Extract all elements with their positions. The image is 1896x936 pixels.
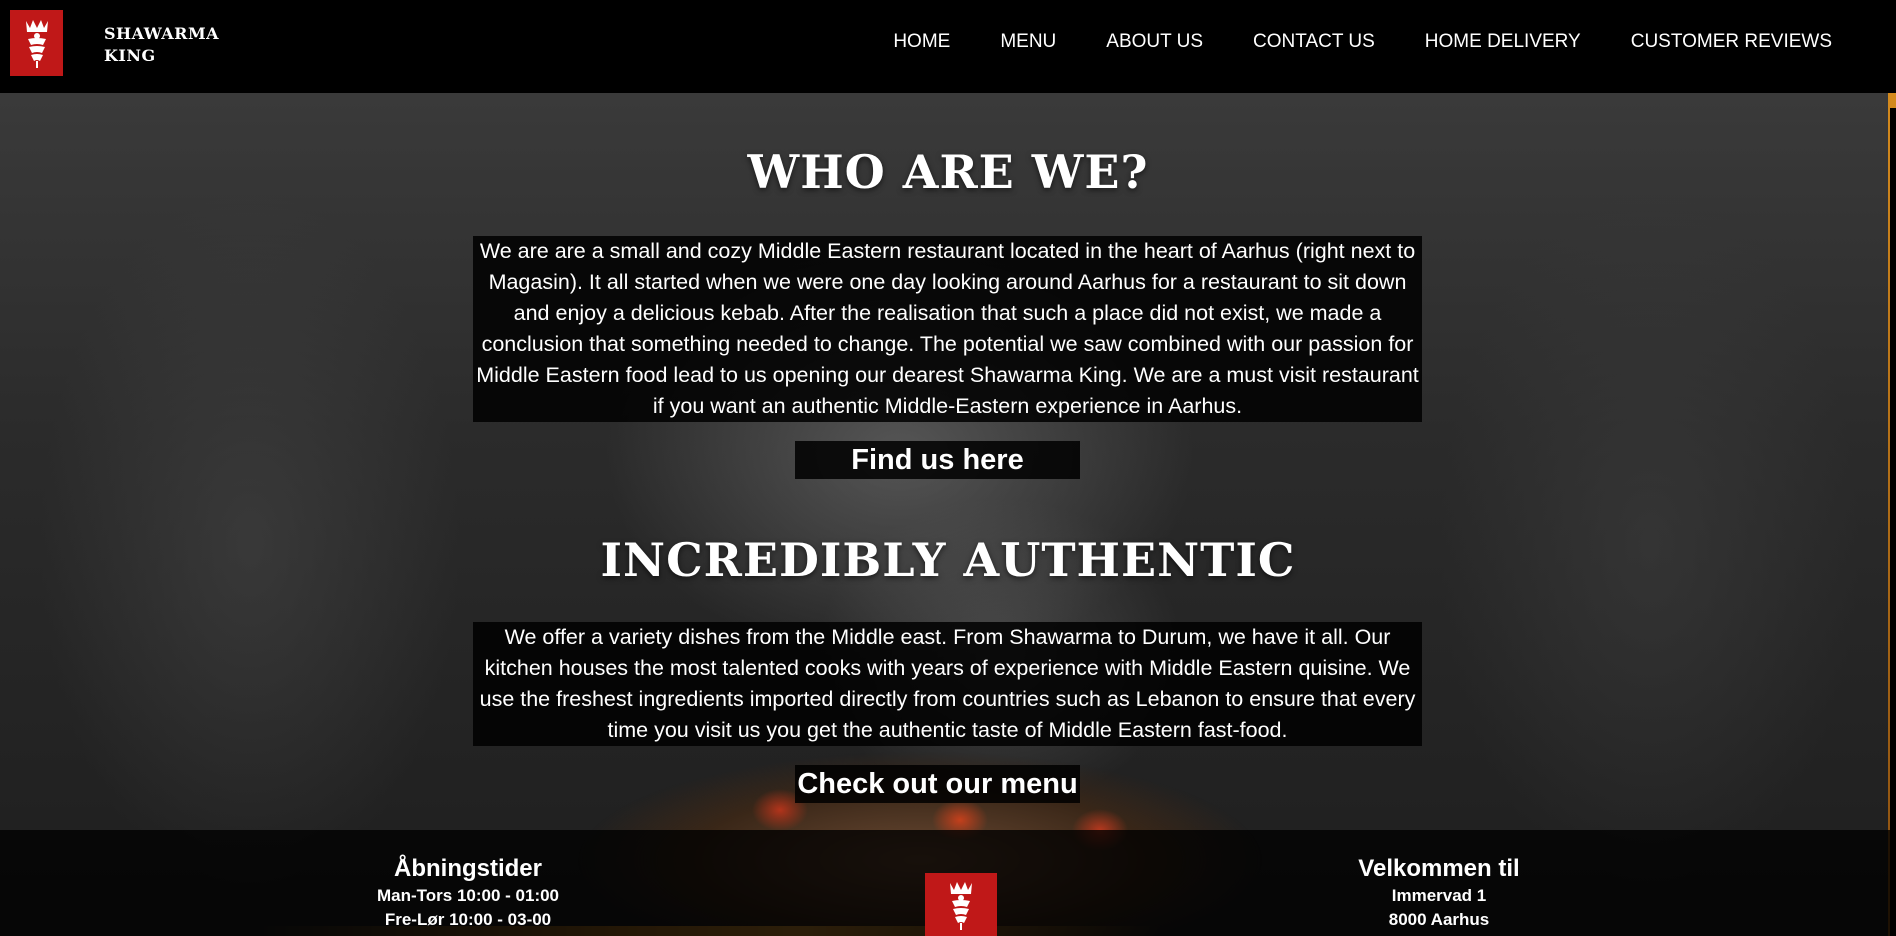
scrollbar-thumb[interactable] <box>1890 108 1896 936</box>
brand-line-1: SHAWARMA <box>104 24 220 43</box>
brand-name[interactable]: SHAWARMA KING <box>104 23 224 67</box>
address-street: Immervad 1 <box>1391 886 1487 905</box>
authentic-title: INCREDIBLY AUTHENTIC <box>600 533 1296 587</box>
address-city: 8000 Aarhus <box>1388 910 1490 929</box>
logo[interactable] <box>10 10 63 76</box>
nav-item-about-us[interactable]: ABOUT US <box>1106 31 1203 53</box>
site-footer: Åbningstider Man-Tors 10:00 - 01:00 Fre-… <box>0 830 1896 936</box>
site-header: SHAWARMA KING HOME MENU ABOUT US CONTACT… <box>0 0 1896 93</box>
opening-hours-weekend: Fre-Lør 10:00 - 03-00 <box>384 910 552 929</box>
address-title: Velkommen til <box>1358 855 1520 882</box>
nav-item-home-delivery[interactable]: HOME DELIVERY <box>1425 31 1581 53</box>
nav-item-contact-us[interactable]: CONTACT US <box>1253 31 1375 53</box>
page: SHAWARMA KING HOME MENU ABOUT US CONTACT… <box>0 0 1896 936</box>
nav-item-customer-reviews[interactable]: CUSTOMER REVIEWS <box>1631 31 1832 53</box>
find-us-button[interactable]: Find us here <box>795 441 1080 479</box>
about-title: WHO ARE WE? <box>747 145 1149 199</box>
crown-shawarma-logo-icon <box>25 20 48 68</box>
menu-button[interactable]: Check out our menu <box>795 765 1080 803</box>
address: Velkommen til Immervad 1 8000 Aarhus <box>1339 854 1539 932</box>
opening-hours: Åbningstider Man-Tors 10:00 - 01:00 Fre-… <box>368 854 568 932</box>
brand-line-2: KING <box>104 46 156 65</box>
opening-hours-title: Åbningstider <box>394 855 542 882</box>
authentic-text: We offer a variety dishes from the Middl… <box>473 622 1422 746</box>
nav-item-home[interactable]: HOME <box>893 31 950 53</box>
about-text: We are are a small and cozy Middle Easte… <box>473 236 1422 422</box>
nav-item-menu[interactable]: MENU <box>1000 31 1056 53</box>
crown-shawarma-logo-icon <box>950 881 972 930</box>
opening-hours-weekdays: Man-Tors 10:00 - 01:00 <box>376 886 560 905</box>
main-nav: HOME MENU ABOUT US CONTACT US HOME DELIV… <box>843 31 1832 53</box>
footer-logo[interactable] <box>925 873 997 936</box>
